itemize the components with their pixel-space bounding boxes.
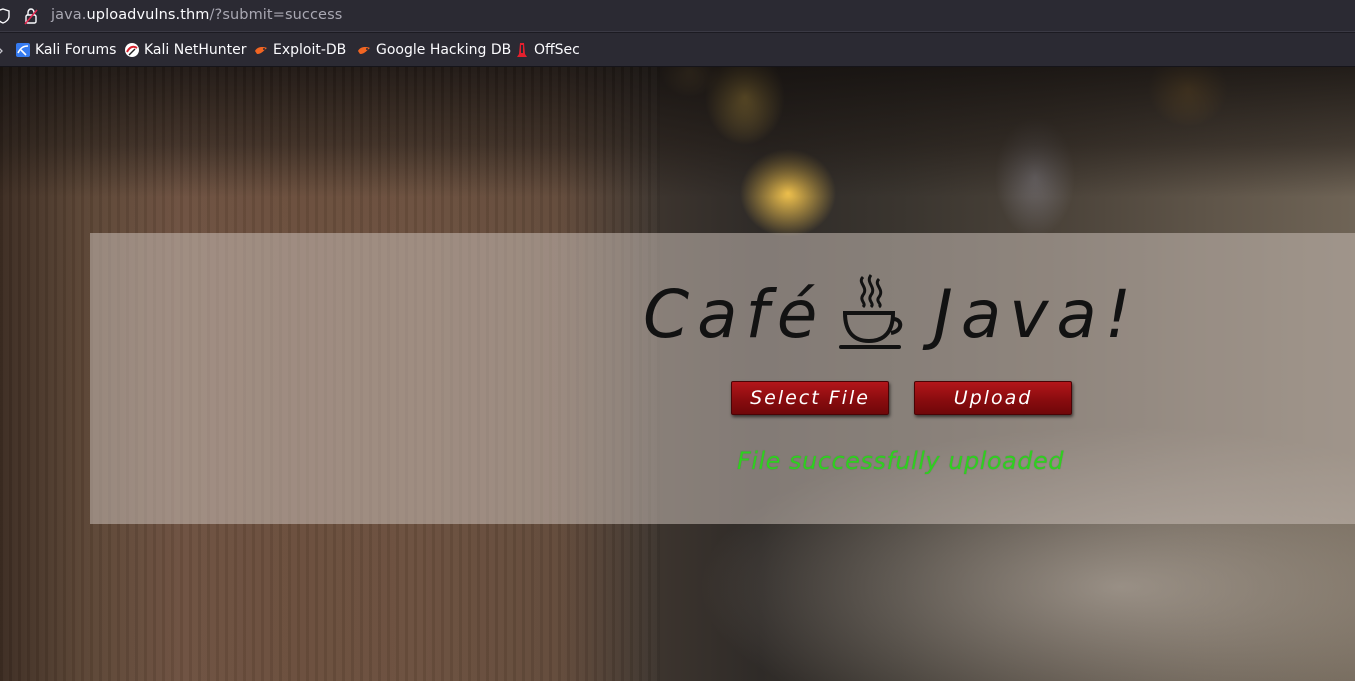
kali-forums-icon	[16, 43, 30, 57]
upload-button[interactable]: Upload	[914, 381, 1072, 415]
address-bar[interactable]: java.uploadvulns.thm/?submit=success	[0, 0, 1355, 32]
url-text[interactable]: java.uploadvulns.thm/?submit=success	[51, 7, 342, 23]
select-file-button[interactable]: Select File	[731, 381, 889, 415]
bookmark-kali-nethunter[interactable]: Kali NetHunter	[124, 42, 246, 58]
title-cafe: Café	[643, 276, 826, 353]
bookmark-google-hacking-db[interactable]: Google Hacking DB	[356, 42, 511, 58]
bookmark-label: OffSec	[534, 42, 580, 58]
bookmark-label: Kali NetHunter	[144, 42, 247, 58]
page-title: Café Java!	[643, 273, 1139, 353]
bookmark-label: Kali Forums	[35, 42, 117, 58]
exploit-db-icon	[255, 47, 267, 54]
tracking-protection-shield-icon[interactable]	[0, 8, 10, 24]
bookmark-label: Google Hacking DB	[376, 42, 512, 58]
title-java: Java!	[933, 276, 1140, 353]
url-path: /?submit=success	[209, 7, 343, 23]
upload-status-message: File successfully uploaded	[737, 447, 1064, 475]
bookmarks-toolbar: Kali Forums Kali NetHunter Exploit-DB Go…	[0, 33, 1355, 67]
bookmark-kali-forums[interactable]: Kali Forums	[15, 42, 116, 58]
kali-nethunter-icon	[125, 43, 139, 57]
bookmark-overflow-icon[interactable]	[0, 47, 4, 55]
google-hacking-db-icon	[358, 47, 370, 54]
offsec-icon	[517, 43, 527, 57]
url-host: uploadvulns.thm	[86, 7, 210, 23]
insecure-lock-icon[interactable]	[24, 7, 38, 25]
bookmark-offsec[interactable]: OffSec	[514, 42, 580, 58]
url-prefix: java.	[51, 7, 87, 23]
bookmark-label: Exploit-DB	[273, 42, 347, 58]
coffee-cup-icon	[839, 274, 903, 349]
bookmark-exploit-db[interactable]: Exploit-DB	[253, 42, 346, 58]
